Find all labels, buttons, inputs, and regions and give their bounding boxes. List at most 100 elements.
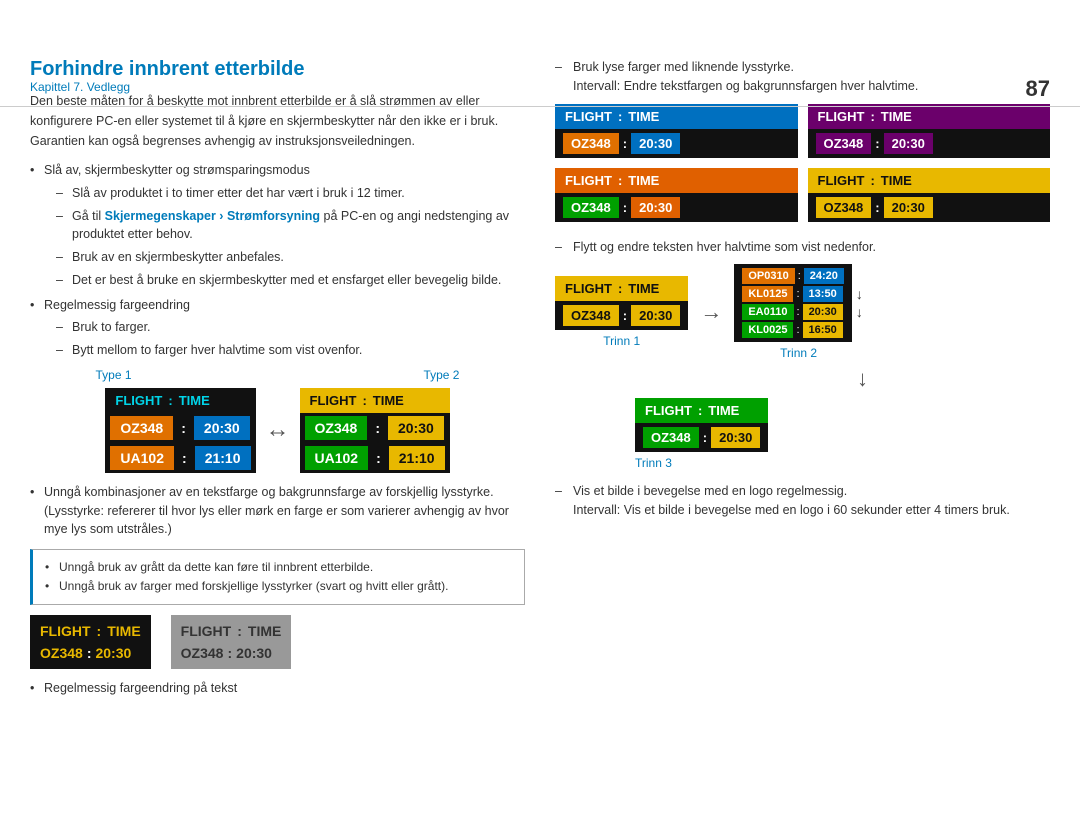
left-column: Forhindre innbrent etterbilde Den beste … (30, 58, 525, 704)
warning-item-2: Unngå bruk av farger med forskjellige ly… (45, 577, 512, 596)
flight-r3-h: FLIGHT (565, 173, 612, 188)
flight-r1-h: FLIGHT (565, 109, 612, 124)
colon-r1-h: : (618, 109, 622, 124)
sep3: : (797, 306, 800, 318)
oz348-r3: OZ348 (563, 197, 619, 218)
t2030-r3: 20:30 (631, 197, 680, 218)
warning-list: Unngå bruk av grått da dette kan føre ti… (45, 558, 512, 596)
kl0025-t2: KL0025 (742, 322, 793, 338)
type-boards-row: FLIGHT : TIME OZ348 : 20:30 UA102 : 21:1… (30, 388, 525, 473)
trinn1-label: Trinn 1 (603, 334, 640, 348)
oz348-r1: OZ348 (563, 133, 619, 154)
t2030-b1: 20:30 (95, 645, 131, 661)
oz348-r4: OZ348 (816, 197, 872, 218)
oz348-r2: OZ348 (816, 133, 872, 154)
trinn3-label: Trinn 3 (635, 456, 672, 470)
top-divider (0, 106, 1080, 107)
colon-r2-h: : (870, 109, 874, 124)
type2-board: FLIGHT : TIME OZ348 : 20:30 UA102 : 21:1… (300, 388, 450, 473)
right-dash-1: Bruk lyse farger med liknende lysstyrke.… (555, 58, 1050, 96)
trinn2-label: Trinn 2 (780, 346, 817, 360)
oz348-t1: OZ348 (110, 416, 173, 440)
right-dash-2: Flytt og endre teksten hver halvtime som… (555, 238, 1050, 257)
flight-trinn3-h: FLIGHT (645, 403, 692, 418)
colon-trinn3-h: : (698, 403, 702, 418)
trinn-down-arrow: ↓ (857, 366, 868, 392)
main-bullet-list: Slå av, skjermbeskytter og strømsparings… (30, 161, 525, 360)
oz348-t2: OZ348 (305, 416, 368, 440)
t2030-r2: 20:30 (884, 133, 933, 154)
colon-r1: : (623, 136, 627, 151)
bottom-bullet-item: Regelmessig fargeendring på tekst (30, 679, 525, 698)
time-label-t1h: TIME (179, 393, 210, 408)
colon-r3-h: : (618, 173, 622, 188)
colon-r4-h: : (870, 173, 874, 188)
right-board-2: FLIGHT : TIME OZ348 : 20:30 (808, 104, 1051, 158)
right-dash-3: Vis et bilde i bevegelse med en logo reg… (555, 482, 1050, 520)
colon-b1-h: : (97, 623, 102, 639)
kl0125-t2: KL0125 (742, 286, 793, 302)
flight-trinn1-h: FLIGHT (565, 281, 612, 296)
trinn1-board: FLIGHT : TIME OZ348 : 20:30 (555, 276, 688, 330)
warning-box: Unngå bruk av grått da dette kan føre ti… (30, 549, 525, 605)
colon-r2: : (875, 136, 879, 151)
bullet-item-1: Slå av, skjermbeskytter og strømsparings… (30, 161, 525, 290)
time-trinn3-h: TIME (708, 403, 739, 418)
trinn1-wrapper: FLIGHT : TIME OZ348 : 20:30 Trinn 1 (555, 276, 688, 348)
bottom-boards-row: FLIGHT : TIME OZ348 : 20:30 FLIGHT (30, 615, 525, 669)
t2030-r1: 20:30 (631, 133, 680, 154)
colon-r3: : (623, 200, 627, 215)
right-boards-grid: FLIGHT : TIME OZ348 : 20:30 FLIGHT : TIM… (555, 104, 1050, 222)
type1-label: Type 1 (95, 368, 131, 382)
time-trinn1-h: TIME (628, 281, 659, 296)
time-r4-h: TIME (881, 173, 912, 188)
t2030-trinn3: 20:30 (711, 427, 760, 448)
ua102-t2: UA102 (305, 446, 369, 470)
sub-item-2-1: Bruk to farger. (56, 318, 525, 337)
sub-item-1-4: Det er best å bruke en skjermbeskytter m… (56, 271, 525, 290)
bullet-item-2: Regelmessig fargeendring Bruk to farger.… (30, 296, 525, 360)
colon-t2r2: : (370, 446, 387, 470)
sep1: : (798, 270, 801, 282)
colon-trinn1-r: : (623, 308, 627, 323)
flight-label-t1h: FLIGHT (115, 393, 162, 408)
intro-text: Den beste måten for å beskytte mot innbr… (30, 91, 525, 151)
sub-list-2: Bruk to farger. Bytt mellom to farger hv… (44, 318, 525, 360)
t2110-t1: 21:10 (195, 446, 251, 470)
time-label-t2h: TIME (373, 393, 404, 408)
avoid-list: Unngå kombinasjoner av en tekstfarge og … (30, 483, 525, 539)
bottom-bullet-list: Regelmessig fargeendring på tekst (30, 679, 525, 698)
sub-item-2-2: Bytt mellom to farger hver halvtime som … (56, 341, 525, 360)
flight-r2-h: FLIGHT (818, 109, 865, 124)
t2030-b2: 20:30 (236, 645, 272, 661)
colon-trinn1-h: : (618, 281, 622, 296)
colon-t1h: : (168, 393, 172, 408)
time-r3-h: TIME (628, 173, 659, 188)
t2030-t2b: 20:30 (803, 304, 843, 320)
type1-board: FLIGHT : TIME OZ348 : 20:30 UA102 : 21:1… (105, 388, 255, 473)
time-b2-h: TIME (248, 623, 281, 639)
type-labels: Type 1 Type 2 (30, 368, 525, 382)
trinn-row-1-2: FLIGHT : TIME OZ348 : 20:30 Trinn 1 → (555, 264, 1050, 360)
sub-item-1-1: Slå av produktet i to timer etter det ha… (56, 184, 525, 203)
oz348-trinn1: OZ348 (563, 305, 619, 326)
oz348-b2: OZ348 (181, 645, 224, 661)
link-skjerm[interactable]: Skjermegenskaper › Strømforsyning (105, 209, 320, 223)
section-title: Forhindre innbrent etterbilde (30, 58, 525, 81)
right-board-4: FLIGHT : TIME OZ348 : 20:30 (808, 168, 1051, 222)
trinn2-board: OP0310 : 24:20 KL0125 : 13:50 EA0110 (734, 264, 852, 342)
t2030-r4: 20:30 (884, 197, 933, 218)
right-board-1: FLIGHT : TIME OZ348 : 20:30 (555, 104, 798, 158)
scroll-arrows: ↓ ↓ (856, 286, 863, 320)
t1350-t2: 13:50 (803, 286, 843, 302)
colon-r4: : (875, 200, 879, 215)
trinn3-board: FLIGHT : TIME OZ348 : 20:30 (635, 398, 768, 452)
colon-trinn3-r: : (703, 430, 707, 445)
colon-t1r2: : (176, 446, 193, 470)
colon-b2-r: : (227, 645, 232, 661)
t2420-t2: 24:20 (804, 268, 844, 284)
t2110-t2: 21:10 (389, 446, 445, 470)
flight-r4-h: FLIGHT (818, 173, 865, 188)
arrow-down-1: ↓ (856, 286, 863, 302)
right-board-3: FLIGHT : TIME OZ348 : 20:30 (555, 168, 798, 222)
